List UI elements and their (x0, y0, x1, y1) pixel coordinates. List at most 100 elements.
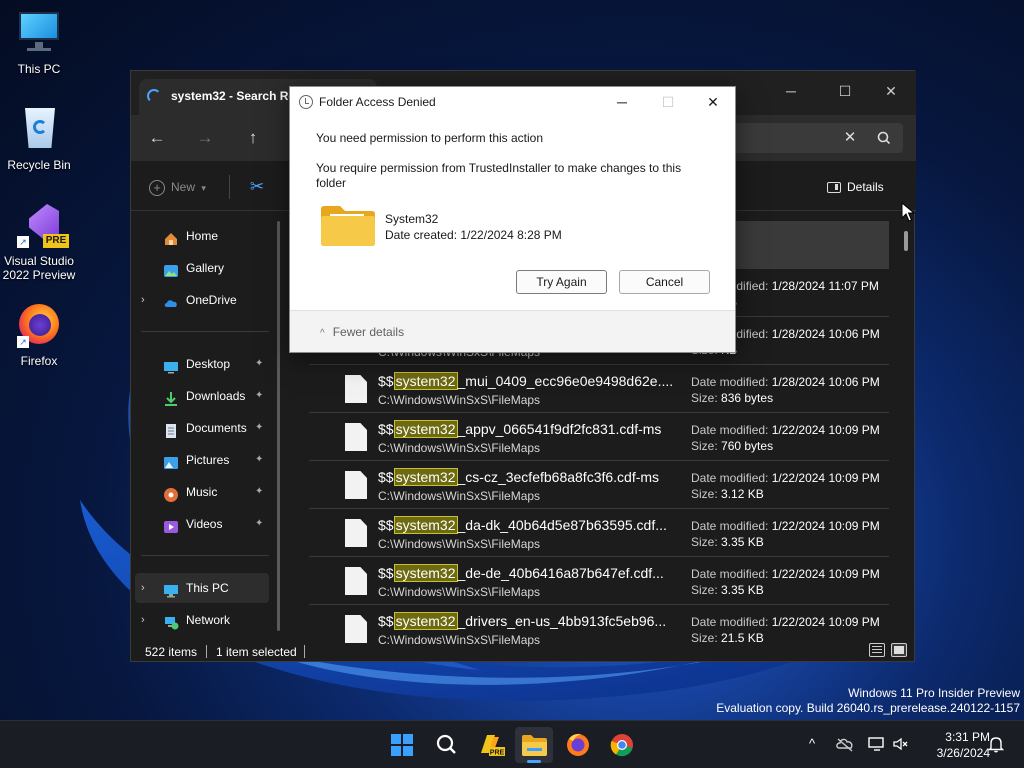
file-size: Size: 3.35 KB (691, 583, 764, 597)
expand-chevron-icon[interactable]: › (141, 573, 153, 603)
details-view-icon[interactable] (869, 643, 885, 657)
maximize-button[interactable]: ☐ (825, 77, 865, 105)
file-size: Size: 3.12 KB (691, 487, 764, 501)
monitor-icon (163, 580, 179, 598)
sidebar-item-music[interactable]: Music ✦ (135, 477, 269, 507)
details-label: Details (847, 180, 884, 194)
system-clock[interactable]: 3:31 PM 3/26/2024 (916, 729, 990, 761)
show-hidden-icons-button[interactable]: ^ (801, 733, 823, 755)
taskbar-search-button[interactable] (427, 727, 465, 763)
dialog-title: Folder Access Denied (319, 95, 436, 109)
item-count: 522 items (145, 645, 198, 659)
cut-button[interactable]: ✂ (245, 175, 269, 199)
sidebar-item-pictures[interactable]: Pictures ✦ (135, 445, 269, 475)
svg-text:PRE: PRE (490, 750, 505, 757)
pin-icon: ✦ (255, 454, 264, 465)
sidebar-item-downloads[interactable]: Downloads ✦ (135, 381, 269, 411)
volume-muted-icon[interactable] (890, 733, 912, 755)
details-pane-button[interactable]: Details (827, 173, 907, 201)
visual-studio-icon: PRE ↗ (15, 202, 69, 250)
sidebar-item-label: This PC (186, 581, 229, 595)
taskbar-firefox-button[interactable] (559, 727, 597, 763)
file-name: $$ system32 _cs-cz_3ecfefb68a8fc3f6.cdf-ms (378, 468, 660, 486)
taskbar-chrome-button[interactable] (603, 727, 641, 763)
desktop-icon-label: Firefox (20, 354, 58, 368)
status-divider (304, 645, 305, 658)
copilot-icon: PRE (481, 735, 505, 757)
search-icon[interactable] (873, 127, 895, 149)
desktop-icon-this-pc[interactable]: This PC (0, 10, 78, 76)
sidebar-item-documents[interactable]: Documents ✦ (135, 413, 269, 443)
close-button[interactable]: ✕ (871, 77, 911, 105)
pre-badge: PRE (43, 234, 69, 248)
folder-access-denied-dialog: Folder Access Denied ─ ☐ ✕ You need perm… (289, 86, 736, 353)
new-button[interactable]: + New ▾ (149, 175, 219, 199)
music-icon (163, 484, 179, 502)
pin-icon: ✦ (255, 390, 264, 401)
try-again-button[interactable]: Try Again (516, 270, 607, 294)
date-modified: Date modified: 1/22/2024 10:09 PM (691, 471, 880, 485)
desktop-icon-firefox[interactable]: ↗ Firefox (0, 302, 78, 368)
toolbar-divider (229, 175, 230, 199)
taskbar-copilot-button[interactable]: PRE (471, 727, 509, 763)
back-button[interactable]: ← (144, 125, 170, 151)
desktop-icon-visual-studio[interactable]: PRE ↗ Visual Studio 2022 Preview (0, 202, 78, 282)
pin-icon: ✦ (255, 486, 264, 497)
expand-chevron-icon[interactable]: › (141, 285, 153, 315)
desktop-icon (163, 356, 179, 374)
monitor-icon (15, 10, 63, 58)
tiles-view-icon[interactable] (891, 643, 907, 657)
network-tray-icon[interactable] (866, 733, 888, 755)
forward-button[interactable]: → (192, 125, 218, 151)
sidebar-item-videos[interactable]: Videos ✦ (135, 509, 269, 539)
cancel-button[interactable]: Cancel (619, 270, 710, 294)
chrome-icon (610, 734, 633, 757)
sidebar-item-label: Videos (186, 517, 223, 531)
date-modified: Date modified: 1/22/2024 10:09 PM (691, 615, 880, 629)
expand-chevron-icon[interactable]: › (141, 605, 153, 635)
up-button[interactable]: ↑ (240, 125, 266, 151)
selection-count: 1 item selected (216, 645, 297, 659)
fewer-details-toggle[interactable]: ^ Fewer details (320, 325, 404, 339)
sidebar-item-gallery[interactable]: Gallery (135, 253, 269, 283)
sidebar-item-label: Network (186, 613, 231, 627)
sidebar-item-this-pc[interactable]: › This PC (135, 573, 269, 603)
sidebar-scrollbar[interactable] (277, 221, 280, 631)
cloud-icon (163, 292, 179, 308)
file-path: C:\Windows\WinSxS\FileMaps (378, 537, 541, 551)
sidebar-item-home[interactable]: Home (135, 221, 269, 251)
details-pane-icon (827, 182, 841, 194)
search-term-highlight: system32 (393, 612, 458, 630)
dialog-titlebar: Folder Access Denied ─ ☐ ✕ (290, 87, 735, 117)
start-button[interactable] (383, 727, 421, 763)
notification-bell-icon[interactable] (985, 733, 1007, 755)
pin-icon: ✦ (255, 422, 264, 433)
dialog-minimize-button[interactable]: ─ (602, 89, 642, 115)
download-icon (163, 388, 179, 406)
search-result-row[interactable]: $$ system32 _appv_066541f9df2fc831.cdf-ms C… (309, 413, 889, 461)
search-result-row[interactable]: $$ system32 _cs-cz_3ecfefb68a8fc3f6.cdf-ms… (309, 461, 889, 509)
taskbar-file-explorer-button[interactable] (515, 727, 553, 763)
minimize-button[interactable]: ─ (771, 77, 811, 105)
search-clear-button[interactable]: ✕ (839, 127, 861, 149)
onedrive-tray-icon[interactable] (834, 733, 856, 755)
search-result-row[interactable]: $$ system32 _de-de_40b6416a87b647ef.cdf...… (309, 557, 889, 605)
sidebar-item-desktop[interactable]: Desktop ✦ (135, 349, 269, 379)
search-result-row[interactable]: $$ system32 _mui_0409_ecc96e0e9498d62e....… (309, 365, 889, 413)
search-result-row[interactable]: $$ system32 _da-dk_40b64d5e87b63595.cdf...… (309, 509, 889, 557)
chevron-down-icon: ▾ (201, 183, 206, 193)
status-divider (206, 645, 207, 658)
desktop-icon-recycle-bin[interactable]: Recycle Bin (0, 106, 78, 172)
folder-icon (320, 205, 376, 247)
search-term-highlight: system32 (393, 420, 458, 438)
search-icon (436, 734, 456, 754)
sidebar-item-onedrive[interactable]: › OneDrive (135, 285, 269, 315)
results-scrollbar-thumb[interactable] (904, 231, 908, 251)
dialog-maximize-button: ☐ (661, 94, 675, 110)
file-name: $$ system32 _de-de_40b6416a87b647ef.cdf... (378, 564, 664, 582)
dialog-close-button[interactable]: ✕ (693, 89, 733, 115)
clock-icon (299, 95, 313, 109)
sidebar-item-network[interactable]: › Network (135, 605, 269, 635)
tab-title: system32 - Search Re (171, 89, 296, 103)
search-box[interactable]: ✕ (731, 123, 903, 153)
